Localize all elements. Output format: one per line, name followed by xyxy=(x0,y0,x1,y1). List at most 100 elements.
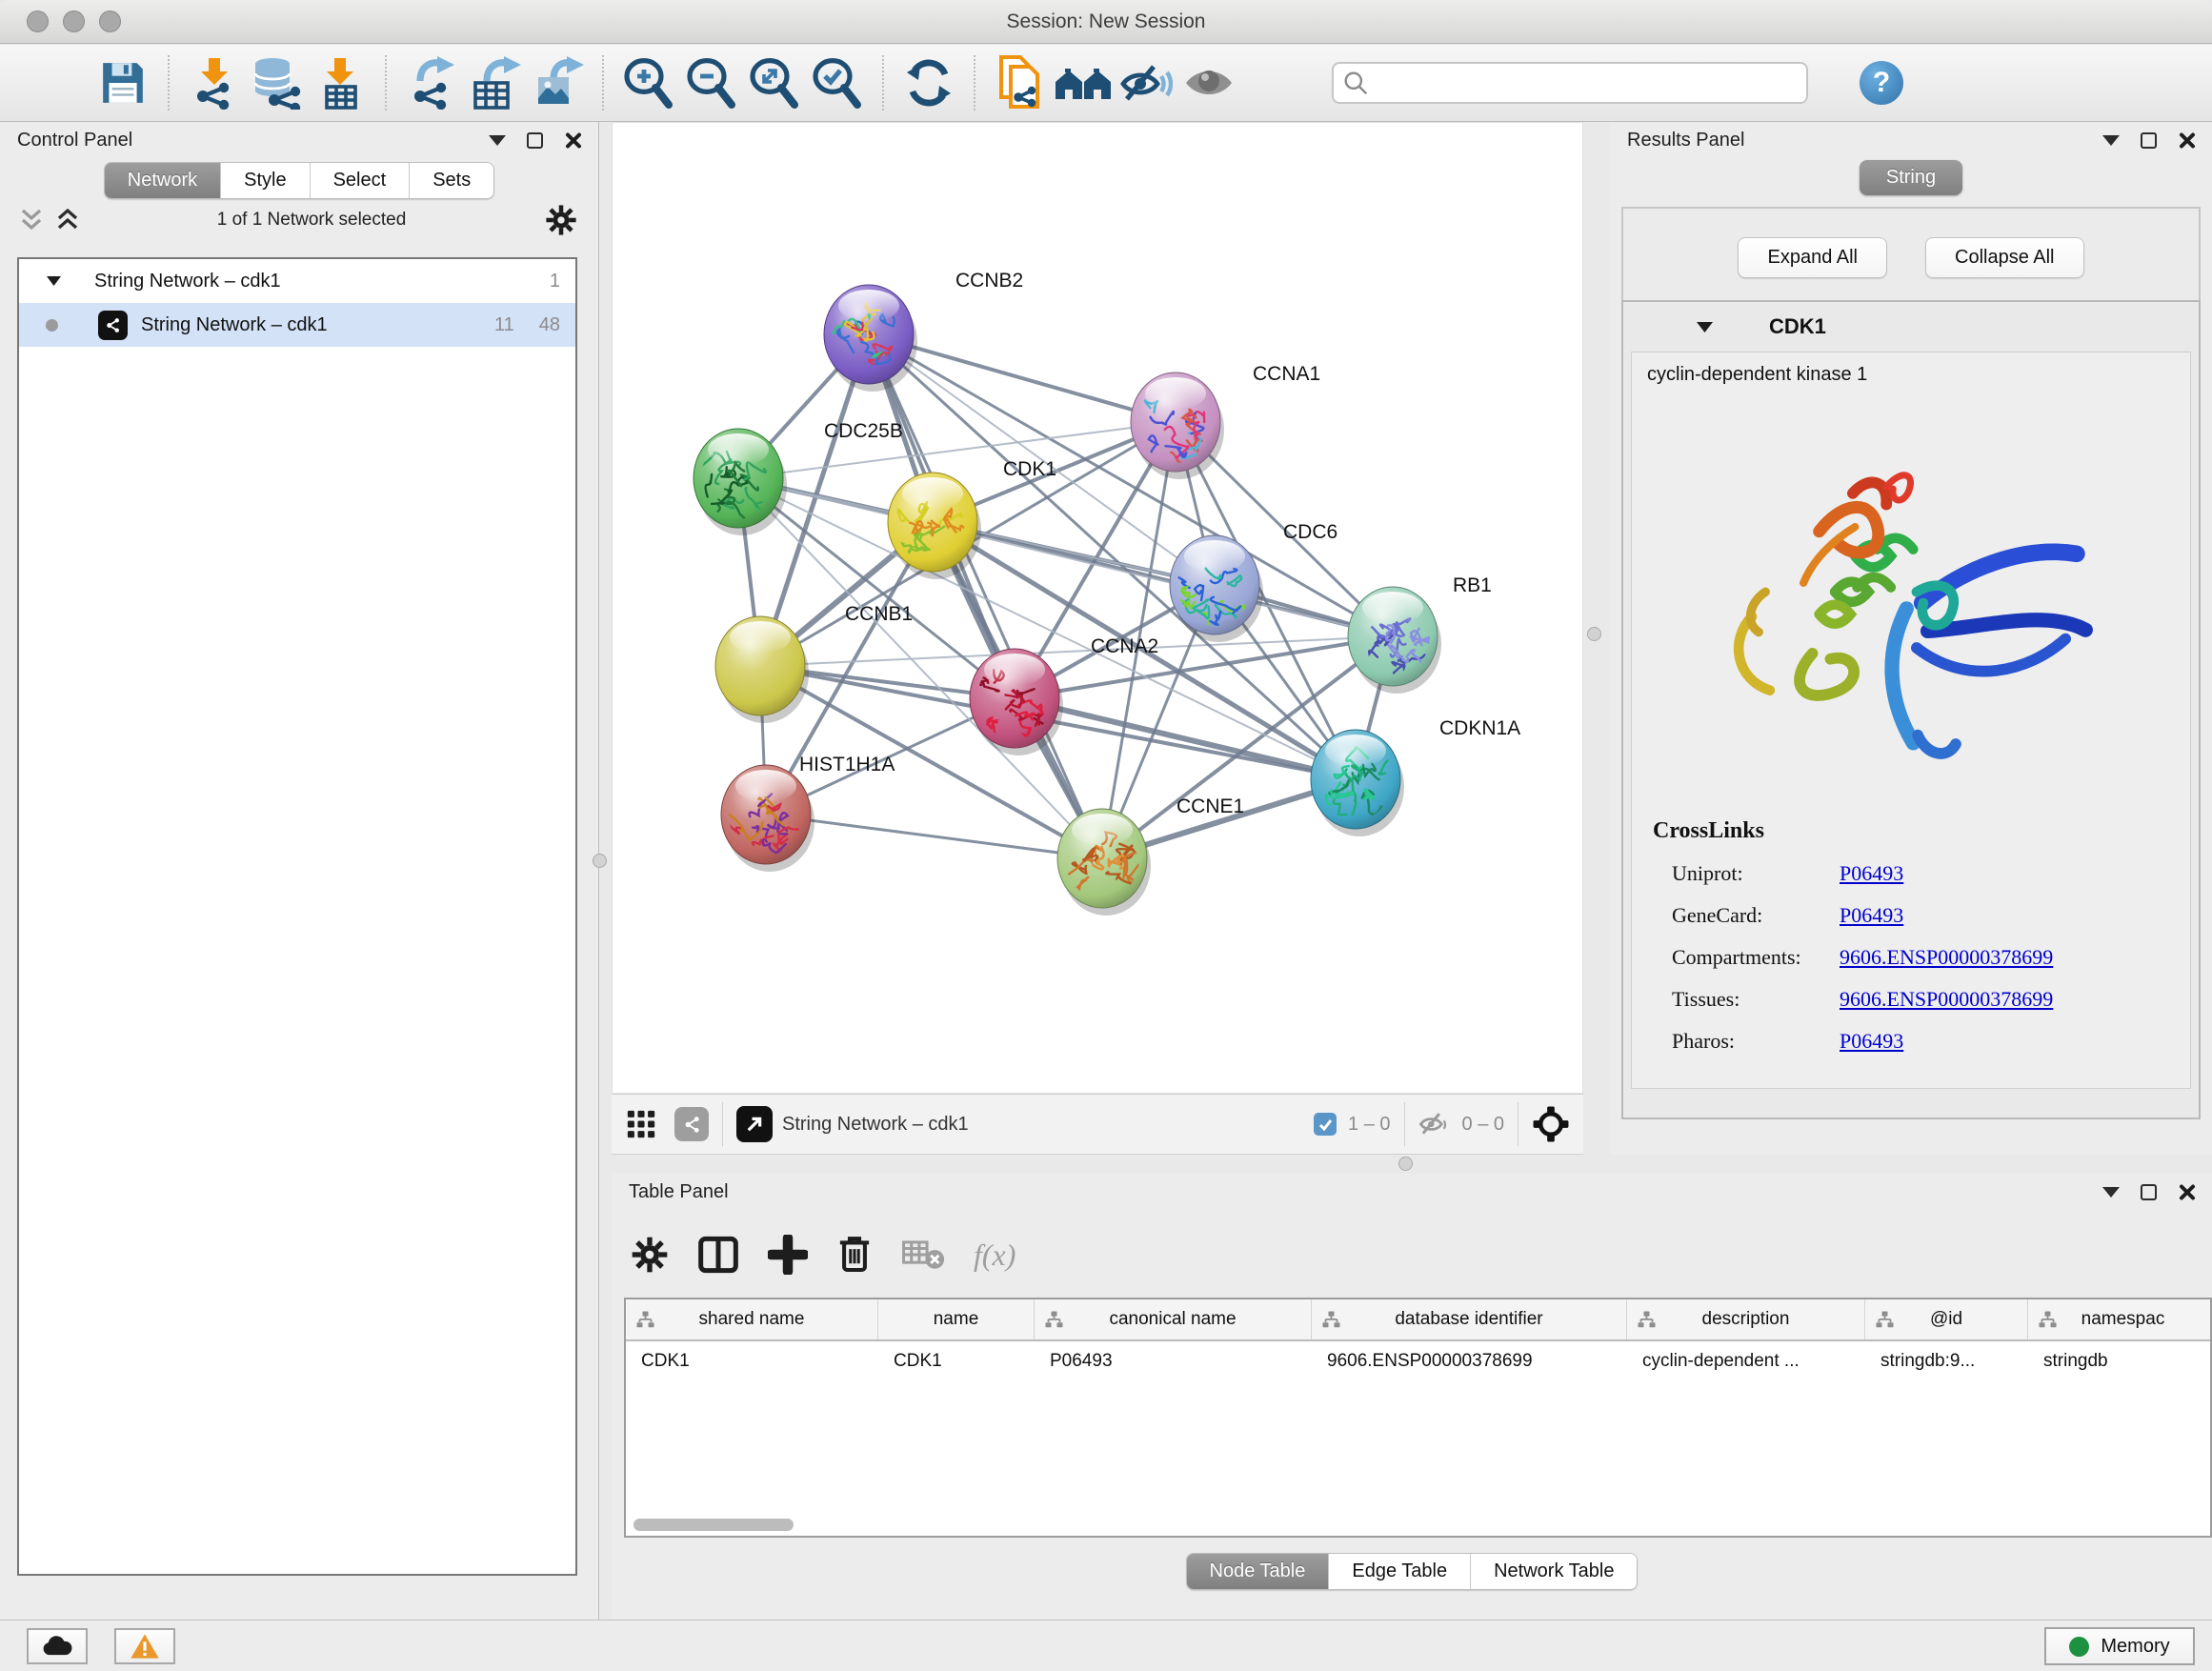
show-all-button[interactable] xyxy=(1177,52,1240,113)
zoom-selected-button[interactable] xyxy=(806,52,869,113)
column-header-name[interactable]: name xyxy=(878,1299,1035,1339)
control-panel-float-button[interactable] xyxy=(489,135,506,146)
memory-button[interactable]: Memory xyxy=(2044,1627,2195,1665)
show-columns-icon[interactable] xyxy=(697,1236,739,1274)
column-header-shared-name[interactable]: shared name xyxy=(626,1299,878,1339)
crosslinks-title: CrossLinks xyxy=(1653,818,2190,844)
network-options-gear-icon[interactable] xyxy=(545,204,577,236)
horizontal-splitter-handle[interactable] xyxy=(1398,1157,1413,1171)
hidden-eye-slash-icon xyxy=(1418,1111,1451,1137)
right-splitter-handle[interactable] xyxy=(1587,627,1601,641)
column-header-@id[interactable]: @id xyxy=(1865,1299,2028,1339)
grid-mode-icon[interactable] xyxy=(625,1108,657,1140)
network-node-CDKN1A[interactable]: CDKN1A xyxy=(1311,717,1520,836)
protein-name: CDK1 xyxy=(1769,314,1826,339)
warnings-button[interactable] xyxy=(114,1628,175,1664)
string-network-graph[interactable]: CCNB2CCNA1CDC25BCDK1CDC6RB1CCNB1CCNA2CDK… xyxy=(613,123,1582,1093)
control-panel-undock-button[interactable] xyxy=(527,132,543,149)
import-network-database-button[interactable] xyxy=(246,52,309,113)
hide-selected-button[interactable] xyxy=(1115,52,1177,113)
zoom-out-button[interactable] xyxy=(680,52,743,113)
selected-checkbox-icon[interactable] xyxy=(1314,1113,1337,1136)
table-cell[interactable]: P06493 xyxy=(1035,1341,1312,1381)
network-node-RB1[interactable]: RB1 xyxy=(1348,574,1492,694)
collection-expand-arrow-icon[interactable] xyxy=(46,274,62,288)
network-view-title: String Network – cdk1 xyxy=(782,1114,969,1136)
crosslink-link[interactable]: 9606.ENSP00000378699 xyxy=(1840,987,2053,1012)
collapse-all-button[interactable]: Collapse All xyxy=(1925,237,2084,278)
zoom-in-button[interactable] xyxy=(617,52,680,113)
network-collection-row[interactable]: String Network – cdk1 1 xyxy=(19,259,575,303)
protein-header-row[interactable]: CDK1 xyxy=(1623,302,2199,352)
tab-network[interactable]: Network xyxy=(105,163,221,198)
table-cell[interactable]: 9606.ENSP00000378699 xyxy=(1312,1341,1627,1381)
network-row-selected[interactable]: String Network – cdk1 11 48 xyxy=(19,303,575,347)
control-panel-title: Control Panel xyxy=(17,130,132,151)
export-table-button[interactable] xyxy=(463,52,526,113)
column-header-namespac[interactable]: namespac xyxy=(2028,1299,2212,1339)
create-column-plus-icon[interactable] xyxy=(768,1235,808,1275)
crosslink-link[interactable]: 9606.ENSP00000378699 xyxy=(1840,945,2053,970)
search-input[interactable] xyxy=(1332,62,1808,104)
column-header-canonical-name[interactable]: canonical name xyxy=(1035,1299,1312,1339)
table-cell[interactable]: CDK1 xyxy=(878,1341,1035,1381)
collapse-all-networks-button[interactable] xyxy=(21,209,42,232)
results-panel-undock-button[interactable] xyxy=(2141,132,2157,149)
crosslink-link[interactable]: P06493 xyxy=(1840,1029,1903,1054)
tab-style[interactable]: Style xyxy=(221,163,310,198)
column-header-database-identifier[interactable]: database identifier xyxy=(1312,1299,1627,1339)
network-node-CDC25B[interactable]: CDC25B xyxy=(694,420,903,535)
network-node-CCNA1[interactable]: CCNA1 xyxy=(1131,363,1320,479)
apply-layout-button[interactable] xyxy=(897,52,960,113)
tab-node-table[interactable]: Node Table xyxy=(1187,1554,1330,1589)
table-panel-float-button[interactable] xyxy=(2102,1187,2120,1198)
tab-network-table[interactable]: Network Table xyxy=(1471,1554,1637,1589)
column-header-description[interactable]: description xyxy=(1627,1299,1865,1339)
export-image-button[interactable] xyxy=(526,52,589,113)
expand-all-button[interactable]: Expand All xyxy=(1738,237,1887,278)
tab-sets[interactable]: Sets xyxy=(410,163,493,198)
table-cell[interactable]: cyclin-dependent ... xyxy=(1627,1341,1865,1381)
import-network-file-button[interactable] xyxy=(183,52,246,113)
network-node-HIST1H1A[interactable]: HIST1H1A xyxy=(718,754,895,872)
network-node-CDK1[interactable]: CDK1 xyxy=(888,458,1056,579)
protein-structure-image xyxy=(1687,413,2135,794)
detach-view-button[interactable] xyxy=(736,1106,773,1142)
delete-column-trash-icon[interactable] xyxy=(836,1235,873,1275)
table-cell[interactable]: stringdb xyxy=(2028,1341,2212,1381)
cloud-status-button[interactable] xyxy=(27,1628,88,1664)
export-network-icon xyxy=(405,56,458,110)
first-neighbors-button[interactable] xyxy=(1052,52,1115,113)
birds-eye-view-icon[interactable] xyxy=(1532,1105,1570,1143)
zoom-fit-button[interactable] xyxy=(743,52,806,113)
tab-edge-table[interactable]: Edge Table xyxy=(1329,1554,1471,1589)
crosslink-link[interactable]: P06493 xyxy=(1840,903,1903,928)
crosslink-link[interactable]: P06493 xyxy=(1840,861,1903,886)
tab-string[interactable]: String xyxy=(1860,160,1962,195)
expand-all-networks-button[interactable] xyxy=(57,209,78,232)
network-canvas[interactable]: CCNB2CCNA1CDC25BCDK1CDC6RB1CCNB1CCNA2CDK… xyxy=(612,122,1583,1094)
protein-collapse-arrow-icon[interactable] xyxy=(1696,320,1714,334)
open-session-button[interactable] xyxy=(29,52,91,113)
results-panel-close-button[interactable] xyxy=(2178,131,2195,149)
table-cell[interactable]: CDK1 xyxy=(626,1341,878,1381)
left-splitter-handle[interactable] xyxy=(593,854,607,868)
import-table-button[interactable] xyxy=(309,52,372,113)
network-edge-count: 48 xyxy=(539,314,560,336)
table-horizontal-scrollbar[interactable] xyxy=(633,1519,794,1531)
export-network-button[interactable] xyxy=(400,52,463,113)
results-panel-float-button[interactable] xyxy=(2102,135,2120,146)
table-panel-undock-button[interactable] xyxy=(2141,1184,2157,1200)
network-node-CCNE1[interactable]: CCNE1 xyxy=(1057,795,1244,916)
tab-select[interactable]: Select xyxy=(311,163,411,198)
table-panel-close-button[interactable] xyxy=(2178,1183,2195,1200)
control-panel-close-button[interactable] xyxy=(564,131,581,149)
table-row[interactable]: CDK1CDK1P064939606.ENSP00000378699cyclin… xyxy=(626,1341,2210,1381)
save-session-button[interactable] xyxy=(91,52,154,113)
table-cell[interactable]: stringdb:9... xyxy=(1865,1341,2028,1381)
clone-network-button[interactable] xyxy=(989,52,1052,113)
table-options-gear-icon[interactable] xyxy=(631,1236,669,1274)
help-button[interactable]: ? xyxy=(1860,61,1903,105)
network-app-icon[interactable] xyxy=(674,1107,709,1141)
network-node-CDC6[interactable]: CDC6 xyxy=(1161,521,1337,642)
